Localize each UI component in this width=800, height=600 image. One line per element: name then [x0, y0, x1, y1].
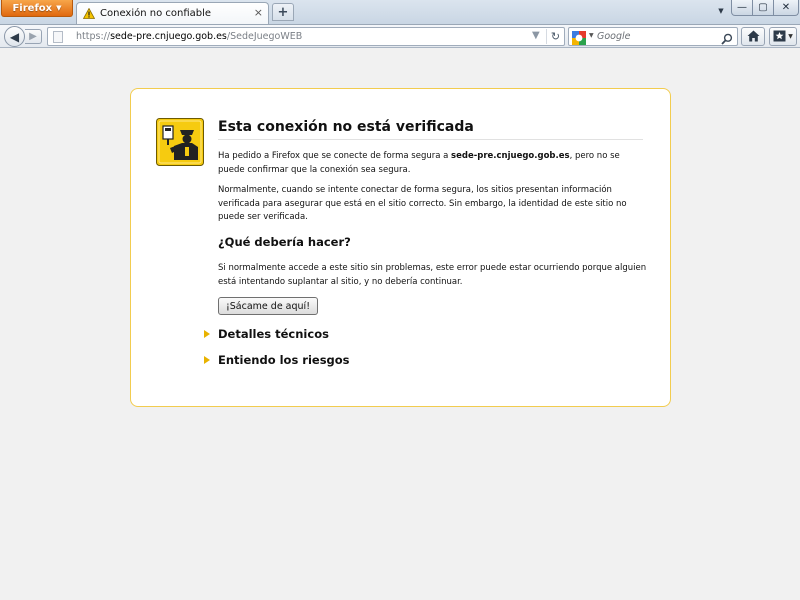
- page-identity-icon[interactable]: [53, 31, 63, 43]
- error-box: Esta conexión no está verificada Ha pedi…: [130, 88, 671, 407]
- search-bar: ▼: [568, 27, 738, 46]
- understand-risks-label: Entiendo los riesgos: [218, 353, 350, 367]
- bookmarks-button[interactable]: ▼: [769, 27, 797, 46]
- understand-risks-expander[interactable]: Entiendo los riesgos: [204, 353, 350, 367]
- intro-host: sede-pre.cnjuego.gob.es: [451, 151, 570, 161]
- what-should-i-do-heading: ¿Qué debería hacer?: [218, 235, 351, 249]
- url-path: /SedeJuegoWEB: [226, 31, 303, 42]
- tab-strip: Firefox ▼ Conexión no confiable × + ▼ — …: [0, 0, 800, 24]
- expand-arrow-icon: [204, 356, 210, 364]
- firefox-menu-button[interactable]: Firefox ▼: [1, 0, 73, 17]
- chevron-down-icon: ▼: [56, 4, 62, 12]
- new-tab-button[interactable]: +: [272, 3, 294, 21]
- dropdown-arrow-icon[interactable]: ▼: [532, 30, 540, 41]
- get-me-out-button[interactable]: ¡Sácame de aquí!: [218, 297, 318, 315]
- police-officer-icon: [156, 118, 204, 166]
- close-window-button[interactable]: ✕: [773, 0, 799, 16]
- intro-paragraph: Ha pedido a Firefox que se conecte de fo…: [218, 150, 648, 177]
- navigation-toolbar: ◀ ▶ https://sede-pre.cnjuego.gob.es/Sede…: [0, 24, 800, 48]
- tab-current[interactable]: Conexión no confiable ×: [76, 2, 269, 24]
- url-host: sede-pre.cnjuego.gob.es: [110, 31, 227, 42]
- search-input[interactable]: [597, 29, 717, 44]
- tab-list-icon[interactable]: ▼: [716, 6, 726, 16]
- explanation-paragraph: Normalmente, cuando se intente conectar …: [218, 185, 627, 222]
- bookmarks-icon: [773, 30, 786, 44]
- tab-title: Conexión no confiable: [100, 8, 212, 19]
- reload-icon[interactable]: ↻: [546, 29, 564, 44]
- maximize-button[interactable]: ▢: [752, 0, 774, 16]
- url-scheme: https://: [76, 31, 111, 42]
- back-button[interactable]: ◀: [4, 26, 25, 47]
- url-text[interactable]: https://sede-pre.cnjuego.gob.es/SedeJueg…: [76, 31, 302, 43]
- technical-details-expander[interactable]: Detalles técnicos: [204, 327, 329, 341]
- chevron-down-icon: ▼: [788, 33, 793, 40]
- arrow-right-icon: ▶: [29, 31, 37, 42]
- home-icon: [747, 27, 760, 46]
- minimize-button[interactable]: —: [731, 0, 753, 16]
- advice-paragraph: Si normalmente accede a este sitio sin p…: [218, 263, 647, 287]
- page-content: Esta conexión no está verificada Ha pedi…: [0, 48, 800, 600]
- chevron-down-icon[interactable]: ▼: [589, 32, 594, 39]
- google-icon[interactable]: [572, 30, 587, 49]
- technical-details-label: Detalles técnicos: [218, 327, 329, 341]
- expand-arrow-icon: [204, 330, 210, 338]
- arrow-left-icon: ◀: [9, 29, 20, 44]
- search-icon[interactable]: [721, 30, 733, 49]
- forward-button[interactable]: ▶: [25, 29, 42, 44]
- intro-text-before: Ha pedido a Firefox que se conecte de fo…: [218, 151, 452, 161]
- home-button[interactable]: [741, 27, 765, 46]
- page-title: Esta conexión no está verificada: [218, 119, 643, 140]
- close-icon[interactable]: ×: [254, 7, 263, 19]
- firefox-menu-label: Firefox: [12, 2, 53, 14]
- warning-icon: [83, 8, 95, 19]
- url-bar[interactable]: https://sede-pre.cnjuego.gob.es/SedeJueg…: [47, 27, 565, 46]
